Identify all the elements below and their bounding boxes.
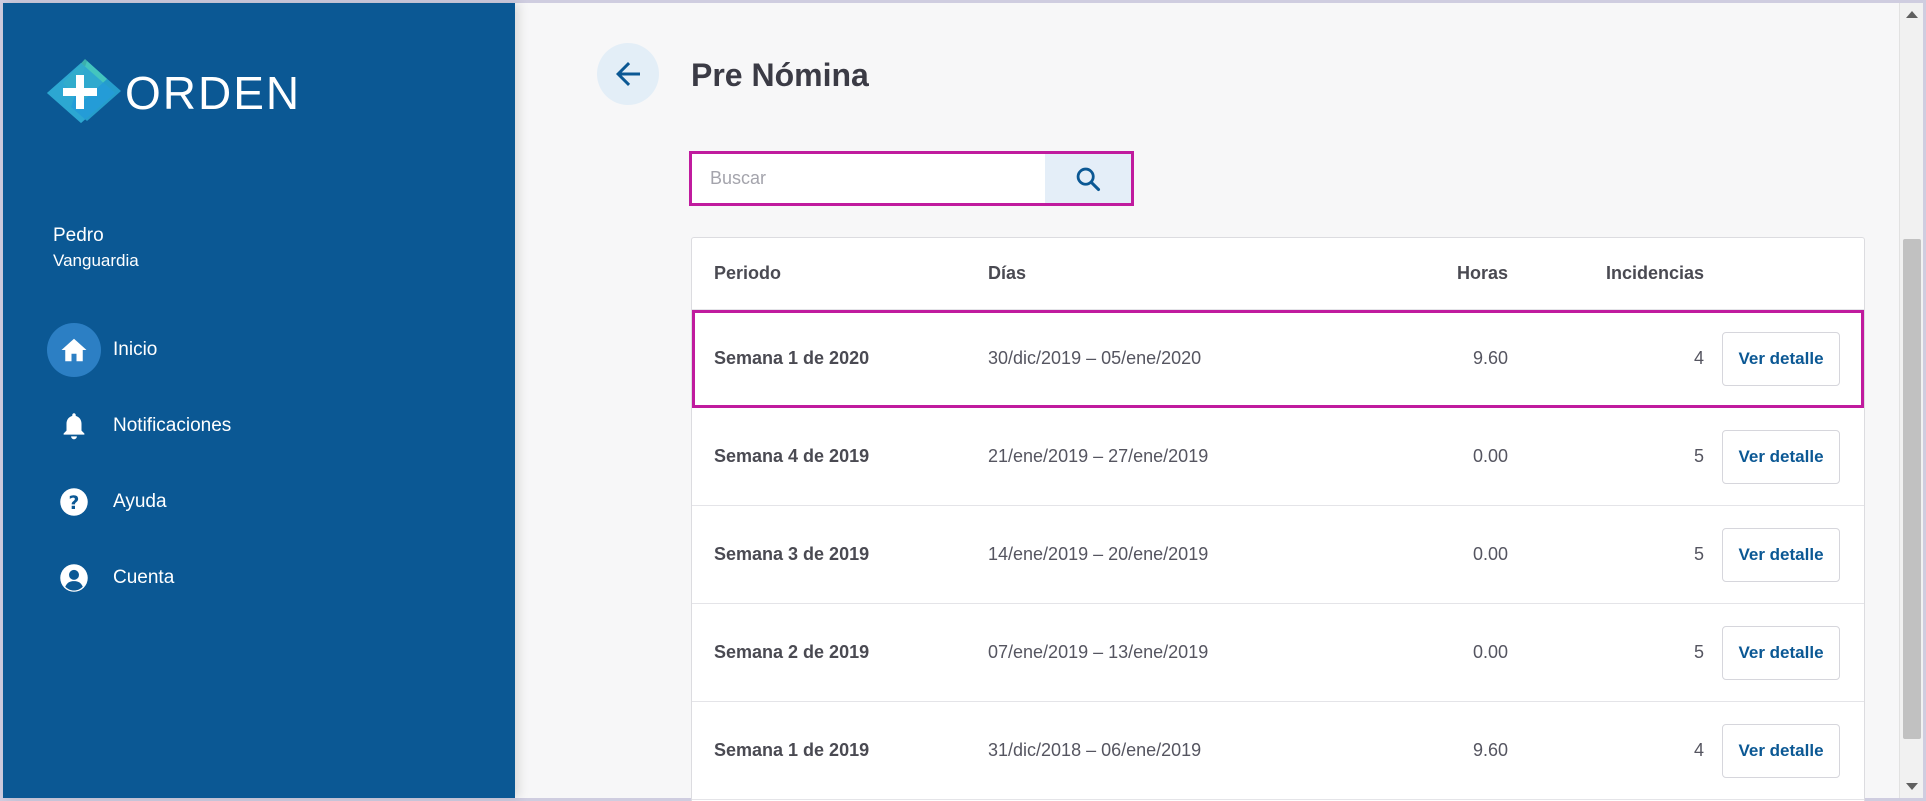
header-hours: Horas <box>1456 263 1508 283</box>
row-incidents: 4 <box>1693 348 1704 368</box>
row-hours: 0.00 <box>1472 642 1508 662</box>
logo-text: ORDEN <box>125 67 302 119</box>
sidebar-item-notificaciones[interactable]: Notificaciones <box>47 399 487 453</box>
row-period: Semana 4 de 2019 <box>714 446 870 466</box>
row-hours: 0.00 <box>1472 544 1508 564</box>
table-row[interactable]: Semana 1 de 2019 31/dic/2018 – 06/ene/20… <box>692 702 1864 800</box>
row-actions: Ver detalle <box>1704 331 1864 386</box>
account-icon <box>47 551 101 605</box>
row-days: 14/ene/2019 – 20/ene/2019 <box>988 544 1209 564</box>
header-incidents: Incidencias <box>1605 263 1704 283</box>
sidebar-item-inicio[interactable]: Inicio <box>47 323 487 377</box>
sidebar-nav: Inicio Notificaciones ? Ayuda Cuenta <box>47 323 487 627</box>
row-incidents: 5 <box>1693 642 1704 662</box>
sidebar-item-label: Ayuda <box>113 491 167 512</box>
search-button[interactable] <box>1045 154 1131 203</box>
header-period: Periodo <box>714 263 782 283</box>
row-period: Semana 1 de 2020 <box>714 348 870 368</box>
sidebar-item-ayuda[interactable]: ? Ayuda <box>47 475 487 529</box>
sidebar-item-label: Notificaciones <box>113 415 232 436</box>
user-last-name: Vanguardia <box>53 251 139 270</box>
view-detail-button[interactable]: Ver detalle <box>1722 723 1840 778</box>
sidebar: ORDEN Pedro Vanguardia Inicio Notificaci… <box>3 3 515 798</box>
plus-diamond-logo-icon <box>47 59 121 123</box>
view-detail-button[interactable]: Ver detalle <box>1722 527 1840 582</box>
view-detail-button[interactable]: Ver detalle <box>1722 625 1840 680</box>
row-hours: 9.60 <box>1472 740 1508 760</box>
row-actions: Ver detalle <box>1704 429 1864 484</box>
row-days: 21/ene/2019 – 27/ene/2019 <box>988 446 1209 466</box>
arrow-left-icon <box>616 62 640 86</box>
home-icon <box>47 323 101 377</box>
svg-text:?: ? <box>69 493 80 514</box>
scroll-up-arrow-icon[interactable] <box>1906 11 1918 18</box>
back-button[interactable] <box>597 43 659 105</box>
scrollbar-thumb[interactable] <box>1903 239 1921 739</box>
main-content: Pre Nómina Periodo Días Horas Incidencia… <box>515 3 1923 801</box>
row-hours: 9.60 <box>1472 348 1508 368</box>
row-incidents: 5 <box>1693 544 1704 564</box>
row-days: 31/dic/2018 – 06/ene/2019 <box>988 740 1202 760</box>
scroll-down-arrow-icon[interactable] <box>1906 783 1918 790</box>
search-input[interactable] <box>692 154 1045 203</box>
view-detail-button[interactable]: Ver detalle <box>1722 331 1840 386</box>
row-period: Semana 1 de 2019 <box>714 740 870 760</box>
row-actions: Ver detalle <box>1704 625 1864 680</box>
vertical-scrollbar[interactable] <box>1899 3 1923 798</box>
row-incidents: 4 <box>1693 740 1704 760</box>
table-row[interactable]: Semana 4 de 2019 21/ene/2019 – 27/ene/20… <box>692 408 1864 506</box>
row-actions: Ver detalle <box>1704 723 1864 778</box>
table-row[interactable]: Semana 2 de 2019 07/ene/2019 – 13/ene/20… <box>692 604 1864 702</box>
sidebar-item-label: Inicio <box>113 339 158 360</box>
header-days: Días <box>988 263 1027 283</box>
row-actions: Ver detalle <box>1704 527 1864 582</box>
user-first-name: Pedro <box>53 225 104 246</box>
row-days: 30/dic/2019 – 05/ene/2020 <box>988 348 1202 368</box>
search-bar <box>689 151 1134 206</box>
row-days: 07/ene/2019 – 13/ene/2019 <box>988 642 1209 662</box>
row-period: Semana 2 de 2019 <box>714 642 870 662</box>
table-row[interactable]: Semana 3 de 2019 14/ene/2019 – 20/ene/20… <box>692 506 1864 604</box>
row-hours: 0.00 <box>1472 446 1508 466</box>
sidebar-item-label: Cuenta <box>113 567 175 588</box>
table-row[interactable]: Semana 1 de 2020 30/dic/2019 – 05/ene/20… <box>692 310 1864 408</box>
payroll-table: Periodo Días Horas Incidencias Semana 1 … <box>691 237 1865 801</box>
help-icon: ? <box>47 475 101 529</box>
sidebar-item-cuenta[interactable]: Cuenta <box>47 551 487 605</box>
app-logo[interactable]: ORDEN <box>41 57 301 129</box>
user-info: Pedro Vanguardia <box>53 223 139 273</box>
row-incidents: 5 <box>1693 446 1704 466</box>
table-header: Periodo Días Horas Incidencias <box>692 238 1864 310</box>
page-title: Pre Nómina <box>691 57 869 93</box>
row-period: Semana 3 de 2019 <box>714 544 870 564</box>
view-detail-button[interactable]: Ver detalle <box>1722 429 1840 484</box>
search-icon <box>1076 167 1101 191</box>
bell-icon <box>47 399 101 453</box>
